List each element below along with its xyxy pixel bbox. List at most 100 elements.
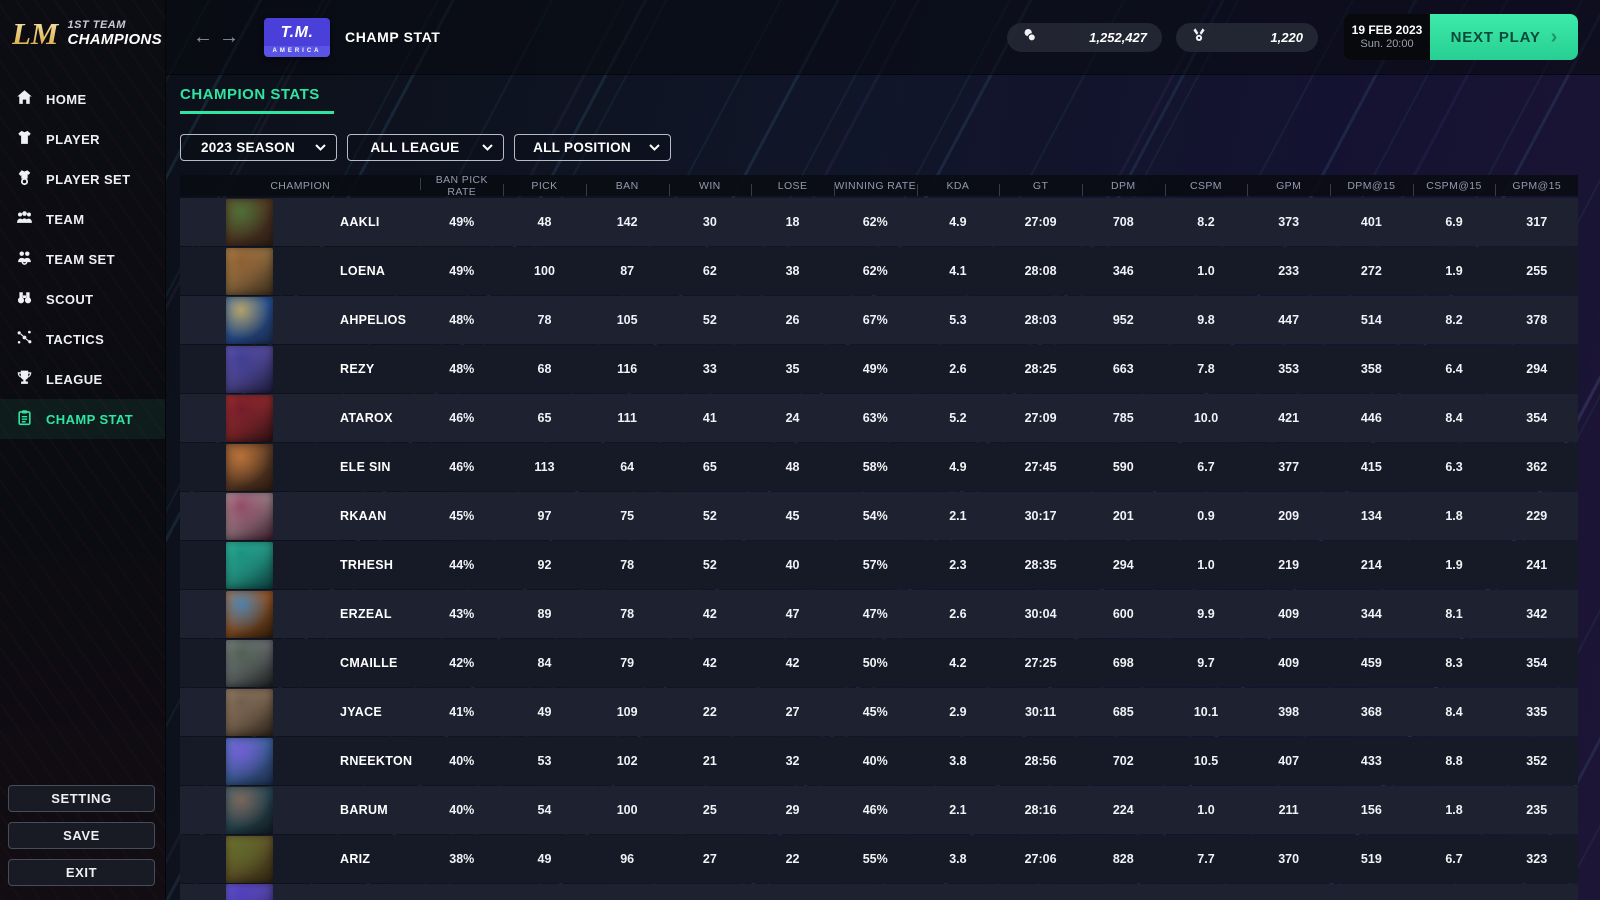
stat-cell: 294	[1495, 362, 1578, 376]
stat-cell: 201	[1082, 509, 1165, 523]
table-row[interactable]: RNEEKTON 40%53102213240%3.828:5670210.54…	[180, 737, 1578, 785]
stat-cell: 33	[669, 362, 752, 376]
league-filter-value: ALL LEAGUE	[348, 140, 482, 155]
table-row[interactable]: ELE SIN 46%11364654858%4.927:455906.7377…	[180, 443, 1578, 491]
stat-cell: 10.5	[1165, 754, 1248, 768]
column-header[interactable]: WIN	[669, 180, 752, 192]
stat-cell: 4.1	[917, 264, 1000, 278]
champ-stat-icon	[16, 409, 33, 429]
league-filter-dropdown[interactable]: ALL LEAGUE	[347, 134, 504, 161]
sidebar-item-scout[interactable]: SCOUT	[0, 279, 165, 319]
champion-avatar	[226, 640, 273, 687]
table-row[interactable]: JYACE 41%49109222745%2.930:1168510.13983…	[180, 688, 1578, 736]
stat-cell: 2.1	[917, 509, 1000, 523]
column-header[interactable]: DPM	[1082, 180, 1165, 192]
table-row[interactable]: AHPELIOS 48%78105522667%5.328:039529.844…	[180, 296, 1578, 344]
sidebar-item-tactics[interactable]: TACTICS	[0, 319, 165, 359]
column-header[interactable]: CHAMPION	[180, 180, 420, 192]
column-header[interactable]: GT	[999, 180, 1082, 192]
column-header[interactable]: CSPM	[1165, 180, 1248, 192]
back-arrow-icon[interactable]: ←	[190, 26, 216, 49]
season-filter-dropdown[interactable]: 2023 SEASON	[180, 134, 337, 161]
sidebar-item-player[interactable]: PLAYER	[0, 119, 165, 159]
stat-cell: 54	[503, 803, 586, 817]
next-play-button[interactable]: NEXT PLAY ›	[1430, 14, 1578, 60]
table-row[interactable]: BARUM 40%54100252946%2.128:162241.021115…	[180, 786, 1578, 834]
champion-cell: AHPELIOS	[180, 296, 420, 344]
sidebar-item-league[interactable]: LEAGUE	[0, 359, 165, 399]
column-header[interactable]: DPM@15	[1330, 180, 1413, 192]
stat-cell: 21	[669, 754, 752, 768]
money-value: 1,252,427	[1089, 30, 1147, 45]
table-row[interactable]: RKAAN 45%9775524554%2.130:172010.9209134…	[180, 492, 1578, 540]
tab-champion-stats[interactable]: CHAMPION STATS	[180, 86, 334, 114]
stat-cell: 1.8	[1413, 803, 1496, 817]
stat-cell: 1.0	[1165, 803, 1248, 817]
stat-cell: 42	[669, 607, 752, 621]
setting-button[interactable]: SETTING	[8, 785, 155, 812]
sidebar-nav: HOME PLAYER PLAYER SET TEAM TEAM SET SCO…	[0, 79, 165, 439]
table-row[interactable]: CMAILLE 42%8479424250%4.227:256989.74094…	[180, 639, 1578, 687]
table-header: CHAMPIONBAN PICK RATEPICKBANWINLOSEWINNI…	[180, 175, 1578, 196]
stat-cell: 43%	[420, 607, 503, 621]
sidebar-item-label: TEAM	[46, 212, 84, 227]
forward-arrow-icon[interactable]: →	[216, 26, 242, 49]
position-filter-dropdown[interactable]: ALL POSITION	[514, 134, 671, 161]
stat-cell: 40%	[420, 754, 503, 768]
column-header[interactable]: WINNING RATE	[834, 180, 917, 192]
stat-cell: 342	[1495, 607, 1578, 621]
column-header[interactable]: BAN	[586, 180, 669, 192]
champion-avatar	[226, 738, 273, 785]
column-header[interactable]: GPM	[1247, 180, 1330, 192]
stat-cell: 46%	[834, 803, 917, 817]
stat-cell: 49%	[420, 215, 503, 229]
sidebar-item-home[interactable]: HOME	[0, 79, 165, 119]
sidebar-item-team-set[interactable]: TEAM SET	[0, 239, 165, 279]
sidebar-item-label: HOME	[46, 92, 87, 107]
stat-cell: 235	[1495, 803, 1578, 817]
sidebar-footer: SETTING SAVE EXIT	[8, 785, 155, 886]
stat-cell: 8.1	[1413, 607, 1496, 621]
column-header[interactable]: BAN PICK RATE	[420, 175, 503, 198]
sidebar-item-team[interactable]: TEAM	[0, 199, 165, 239]
stat-cell: 447	[1247, 313, 1330, 327]
sidebar-item-player-set[interactable]: PLAYER SET	[0, 159, 165, 199]
table-row[interactable]: TRHESH 44%9278524057%2.328:352941.021921…	[180, 541, 1578, 589]
table-row[interactable]: ATAROX 46%65111412463%5.227:0978510.0421…	[180, 394, 1578, 442]
column-header[interactable]: CSPM@15	[1413, 180, 1496, 192]
stat-cell: 32	[751, 754, 834, 768]
stat-cell: 378	[1495, 313, 1578, 327]
stat-cell: 8.3	[1413, 656, 1496, 670]
column-header[interactable]: PICK	[503, 180, 586, 192]
stat-cell: 353	[1247, 362, 1330, 376]
stat-cell: 41	[669, 411, 752, 425]
stat-cell: 6.3	[1413, 460, 1496, 474]
stat-cell: 75	[586, 509, 669, 523]
table-row[interactable]: AAKLI 49%48142301862%4.927:097088.237340…	[180, 198, 1578, 246]
sidebar-item-label: LEAGUE	[46, 372, 103, 387]
champion-avatar	[226, 836, 273, 883]
stat-cell: 8.2	[1413, 313, 1496, 327]
column-header[interactable]: LOSE	[751, 180, 834, 192]
partial-table-row[interactable]	[180, 884, 1578, 900]
table-row[interactable]: ARIZ 38%4996272255%3.827:068287.73705196…	[180, 835, 1578, 883]
stat-cell: 514	[1330, 313, 1413, 327]
stat-cell: 57%	[834, 558, 917, 572]
champion-avatar	[226, 346, 273, 393]
column-header[interactable]: KDA	[917, 180, 1000, 192]
table-row[interactable]: LOENA 49%10087623862%4.128:083461.023327…	[180, 247, 1578, 295]
column-header[interactable]: GPM@15	[1495, 180, 1578, 192]
stat-cell: 28:03	[999, 313, 1082, 327]
table-row[interactable]: ERZEAL 43%8978424747%2.630:046009.940934…	[180, 590, 1578, 638]
stat-cell: 22	[751, 852, 834, 866]
sidebar-item-champ-stat[interactable]: CHAMP STAT	[0, 399, 165, 439]
medal-value: 1,220	[1270, 30, 1303, 45]
table-row[interactable]: REZY 48%68116333549%2.628:256637.8353358…	[180, 345, 1578, 393]
logo-monogram: LM	[12, 18, 59, 49]
save-button[interactable]: SAVE	[8, 822, 155, 849]
stat-cell: 52	[669, 313, 752, 327]
exit-button[interactable]: EXIT	[8, 859, 155, 886]
stat-cell: 214	[1330, 558, 1413, 572]
stat-cell: 241	[1495, 558, 1578, 572]
stat-cell: 354	[1495, 411, 1578, 425]
